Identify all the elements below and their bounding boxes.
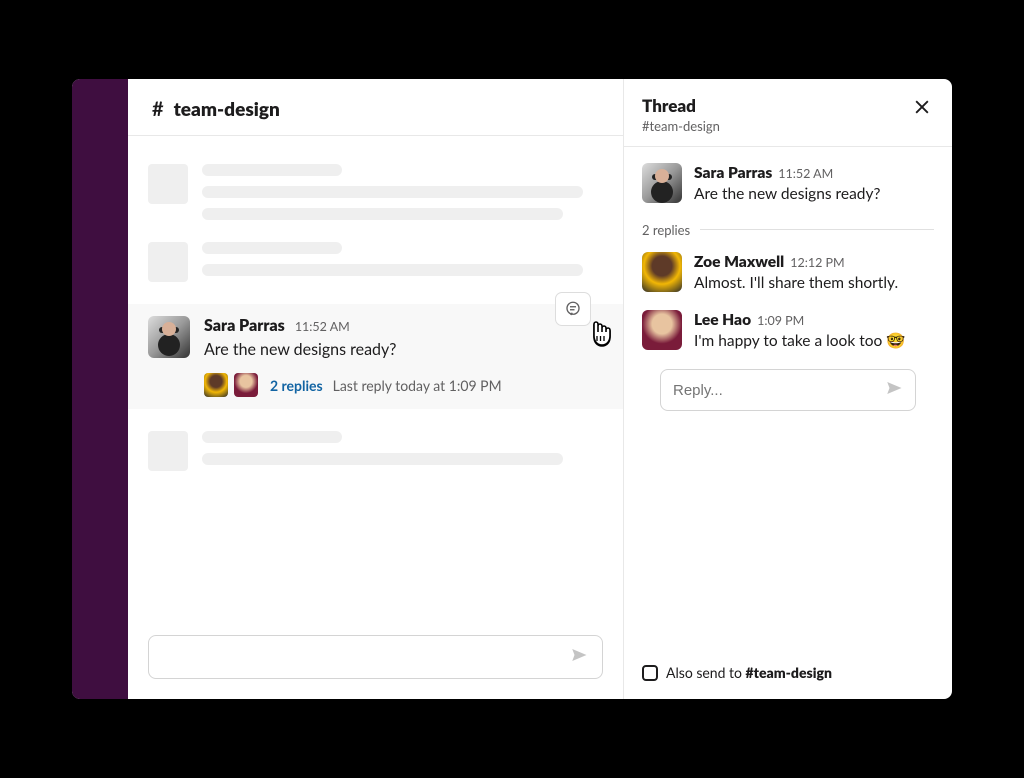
send-icon[interactable] — [885, 379, 903, 401]
divider-line — [700, 229, 934, 230]
hash-icon: # — [152, 97, 164, 121]
avatar[interactable] — [642, 163, 682, 203]
thread-body: Sara Parras 11:52 AM Are the new designs … — [624, 147, 952, 658]
replies-divider: 2 replies — [642, 222, 934, 238]
thread-username[interactable]: Zoe Maxwell — [694, 253, 784, 271]
thread-title: Thread — [642, 95, 720, 116]
also-send-row[interactable]: Also send to #team-design — [624, 658, 952, 699]
close-button[interactable] — [910, 95, 934, 123]
close-icon — [912, 97, 932, 117]
reply-avatar — [234, 373, 258, 397]
placeholder-avatar — [148, 164, 188, 204]
message-item[interactable]: Sara Parras 11:52 AM Are the new designs… — [128, 304, 623, 409]
placeholder-line — [202, 431, 342, 443]
send-icon[interactable] — [570, 646, 588, 668]
placeholder-line — [202, 453, 563, 465]
replies-count-link[interactable]: 2 replies — [270, 377, 323, 394]
placeholder-line — [202, 264, 583, 276]
thread-pane: Thread #team-design Sara Parras 11:52 AM … — [624, 79, 952, 699]
sidebar-stripe — [72, 79, 128, 699]
thread-message: Zoe Maxwell 12:12 PM Almost. I'll share t… — [642, 252, 934, 295]
placeholder-lines — [202, 164, 603, 220]
thread-text: I'm happy to take a look too 🤓 — [694, 331, 906, 353]
channel-header: # team-design — [128, 79, 623, 136]
reply-avatar — [204, 373, 228, 397]
placeholder-line — [202, 242, 342, 254]
thread-summary[interactable]: 2 replies Last reply today at 1:09 PM — [204, 373, 603, 397]
placeholder-message — [148, 431, 603, 471]
placeholder-message — [148, 164, 603, 220]
thread-action-button[interactable] — [555, 292, 591, 326]
message-username[interactable]: Sara Parras — [204, 316, 285, 335]
placeholder-line — [202, 208, 563, 220]
also-send-label: Also send to #team-design — [666, 664, 832, 681]
thread-text: Are the new designs ready? — [694, 184, 880, 206]
thread-reply-input[interactable] — [673, 382, 885, 399]
thread-message: Lee Hao 1:09 PM I'm happy to take a look … — [642, 310, 934, 353]
message-composer[interactable] — [148, 635, 603, 679]
placeholder-line — [202, 186, 583, 198]
placeholder-lines — [202, 242, 603, 282]
thread-composer[interactable] — [660, 369, 916, 411]
placeholder-avatar — [148, 242, 188, 282]
replies-count-label: 2 replies — [642, 222, 690, 238]
speech-bubble-icon — [564, 300, 582, 318]
message-timestamp: 11:52 AM — [295, 319, 350, 334]
composer-area — [128, 625, 623, 699]
thread-message: Sara Parras 11:52 AM Are the new designs … — [642, 163, 934, 206]
avatar[interactable] — [148, 316, 190, 358]
avatar[interactable] — [642, 252, 682, 292]
main-column: # team-design — [128, 79, 624, 699]
message-text: Are the new designs ready? — [204, 338, 603, 361]
placeholder-message — [148, 242, 603, 282]
channel-name[interactable]: team-design — [174, 98, 280, 121]
thread-composer-area — [642, 369, 934, 423]
placeholder-line — [202, 164, 342, 176]
thread-text: Almost. I'll share them shortly. — [694, 273, 898, 295]
thread-subtitle: #team-design — [642, 118, 720, 134]
thread-timestamp: 11:52 AM — [778, 166, 833, 181]
app-window: # team-design — [72, 79, 952, 699]
composer-input[interactable] — [163, 649, 570, 666]
placeholder-lines — [202, 431, 603, 471]
thread-username[interactable]: Sara Parras — [694, 164, 772, 182]
last-reply-time: Last reply today at 1:09 PM — [333, 377, 502, 394]
thread-username[interactable]: Lee Hao — [694, 311, 751, 329]
also-send-checkbox[interactable] — [642, 665, 658, 681]
avatar[interactable] — [642, 310, 682, 350]
message-list: Sara Parras 11:52 AM Are the new designs… — [128, 136, 623, 625]
thread-timestamp: 12:12 PM — [790, 255, 844, 270]
thread-timestamp: 1:09 PM — [757, 313, 804, 328]
thread-header: Thread #team-design — [624, 79, 952, 147]
placeholder-avatar — [148, 431, 188, 471]
